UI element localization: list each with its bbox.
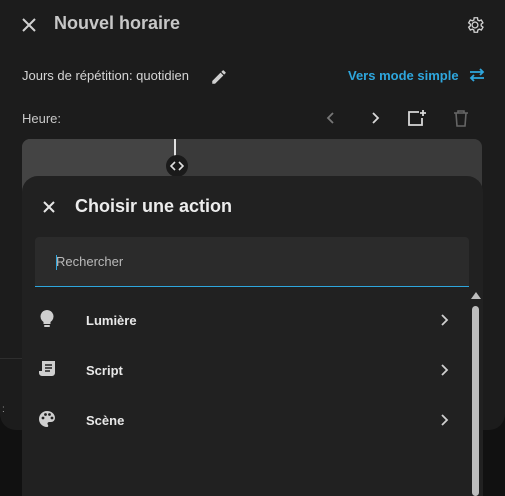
drag-handle[interactable]: [166, 155, 188, 177]
simple-mode-label: Vers mode simple: [348, 68, 459, 83]
list-item-lumiere[interactable]: Lumière: [22, 295, 467, 345]
hour-label: Heure:: [22, 111, 62, 126]
chevron-left-icon: [326, 112, 334, 124]
delete-button[interactable]: [447, 104, 475, 132]
swap-icon: [469, 68, 485, 82]
next-button[interactable]: [361, 104, 389, 132]
repeat-days-label: Jours de répétition: quotidien: [22, 68, 189, 83]
chevron-right-icon: [434, 410, 454, 430]
text-caret: [56, 255, 57, 270]
script-icon: [36, 358, 58, 380]
add-box-icon: [408, 110, 426, 126]
chevron-right-icon: [372, 112, 380, 124]
close-dialog-button[interactable]: [15, 11, 43, 39]
simple-mode-link[interactable]: Vers mode simple: [348, 68, 486, 83]
scrollbar-thumb[interactable]: [472, 306, 479, 496]
chevron-right-icon: [434, 360, 454, 380]
settings-button[interactable]: [461, 11, 489, 39]
previous-button[interactable]: [317, 104, 345, 132]
palette-icon: [36, 408, 58, 430]
dialog-title: Nouvel horaire: [54, 13, 181, 33]
truncated-mark: :: [2, 404, 5, 415]
list-item-script[interactable]: Script: [22, 345, 467, 395]
search-field[interactable]: [35, 237, 469, 287]
sheet-title: Choisir une action: [75, 196, 233, 216]
close-icon: [43, 201, 55, 213]
trash-icon: [454, 110, 468, 127]
close-sheet-button[interactable]: [35, 193, 63, 221]
edit-repeat-button[interactable]: [205, 63, 233, 91]
divider: [0, 358, 22, 359]
chevron-right-icon: [434, 310, 454, 330]
pencil-icon: [212, 70, 226, 84]
action-picker-sheet: Choisir une action Lumière Script: [22, 176, 483, 496]
gear-icon: [467, 17, 484, 33]
list-item-label: Scène: [86, 412, 125, 428]
add-block-button[interactable]: [403, 104, 431, 132]
search-input[interactable]: [35, 237, 469, 286]
scroll-up-arrow[interactable]: [471, 292, 481, 299]
lightbulb-icon: [36, 308, 58, 330]
list-item-scene[interactable]: Scène: [22, 395, 467, 445]
close-icon: [22, 18, 36, 32]
list-item-label: Script: [86, 362, 123, 378]
resize-arrows-icon: [170, 161, 184, 171]
list-item-label: Lumière: [86, 312, 137, 328]
